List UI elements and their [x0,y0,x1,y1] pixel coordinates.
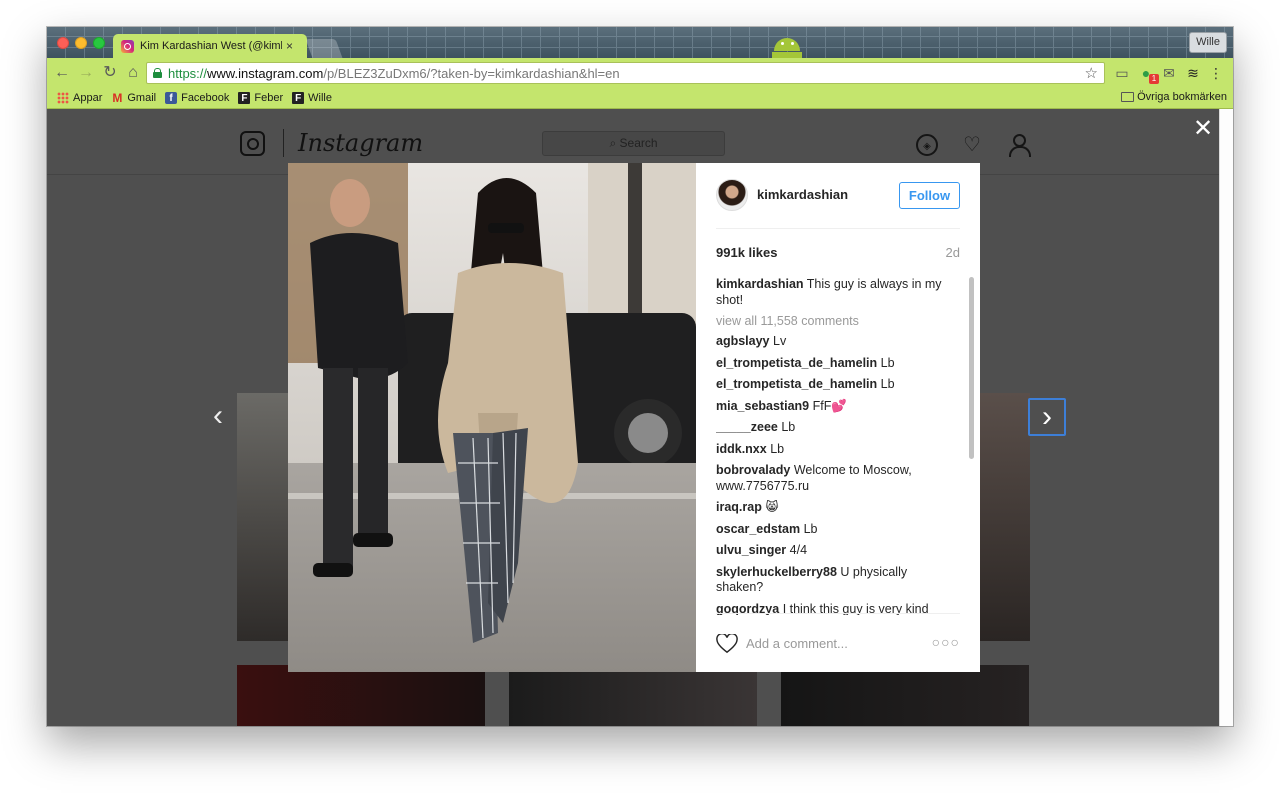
back-arrow-icon[interactable]: ← [52,63,72,83]
bookmark-gmail[interactable]: M Gmail [111,91,156,105]
close-modal-icon[interactable]: ✕ [1193,114,1213,143]
android-theme-icon [762,30,812,58]
list-item: el_trompetista_de_hamelin Lb [716,377,895,391]
previous-arrow-icon[interactable]: ‹ [213,399,223,433]
extension-badge: 1 [1149,74,1159,84]
header-divider [283,129,284,157]
other-bookmarks[interactable]: Övriga bokmärken [1121,91,1227,103]
list-item: iddk.nxx Lb [716,441,785,456]
apps-icon [57,92,69,104]
comment-user[interactable]: el_trompetista_de_hamelin [716,356,877,370]
search-input[interactable]: ⌕ Search [542,131,725,156]
more-options-icon[interactable]: ○○○ [932,634,960,650]
comment-user[interactable]: kimkardashian [716,277,804,291]
avatar[interactable] [716,179,748,211]
background-photo [781,665,1029,726]
comment-user[interactable]: mia_sebastian9 [716,399,809,413]
minimize-window-button[interactable] [75,37,87,49]
comment-user[interactable]: oscar_edstam [716,522,800,536]
comment-user[interactable]: ulvu_singer [716,543,786,557]
tab-title: Kim Kardashian West (@kimkardashian) [140,40,282,52]
post-photo[interactable] [288,163,696,672]
forward-arrow-icon[interactable]: → [76,63,96,83]
home-icon[interactable]: ⌂ [123,63,143,83]
add-comment-input[interactable]: Add a comment... [746,636,848,651]
post-time[interactable]: 2d [946,245,960,260]
instagram-logo-icon[interactable] [240,131,265,156]
list-item: ulvu_singer 4/4 [716,543,808,557]
address-bar[interactable]: https://www.instagram.com/p/BLEZ3ZuDxm6/… [146,62,1105,84]
explore-compass-icon[interactable]: ◈ [916,134,938,156]
post-photo-illustration [288,163,696,672]
cast-icon[interactable]: ▭ [1113,64,1131,82]
like-heart-icon[interactable] [716,634,738,654]
facebook-icon: f [165,92,178,104]
instagram-wordmark[interactable]: Instagram [298,129,423,157]
comment-user[interactable]: _____zeee [716,420,778,434]
comment-user[interactable]: agbslayy [716,334,770,348]
comment-user[interactable]: iddk.nxx [716,442,767,456]
comment-user[interactable]: bobrovalady [716,463,790,477]
background-photo [509,665,757,726]
close-window-button[interactable] [57,37,69,49]
heart-activity-icon[interactable]: ♡ [961,134,983,156]
browser-toolbar: ← → ↻ ⌂ https://www.instagram.com/p/BLEZ… [47,58,1233,88]
profile-user-icon[interactable] [1008,134,1031,157]
list-item: el_trompetista_de_hamelin Lb [716,355,895,370]
background-photo [237,665,485,726]
list-item: _____zeee Lb [716,420,796,434]
folder-icon [1121,92,1135,102]
bookmarks-bar: Appar M Gmail f Facebook F Feber F Wille… [47,88,1233,109]
profile-button[interactable]: Wille [1189,32,1227,53]
tab-close-icon[interactable]: × [286,39,293,53]
page-scrollbar[interactable] [1219,109,1233,726]
mail-extension-icon[interactable]: ✉ [1160,64,1178,82]
title-bar: Kim Kardashian West (@kimkardashian) × W… [47,27,1233,58]
view-all-comments-link[interactable]: view all 11,558 comments [716,314,956,328]
bookmark-feber[interactable]: F Feber [238,92,283,104]
page-content: Instagram ⌕ Search ◈ ♡ 8 ✕ ‹ › [47,109,1219,726]
comment-user[interactable]: el_trompetista_de_hamelin [716,377,877,391]
comments-scrollbar[interactable] [969,277,974,459]
bookmark-wille[interactable]: F Wille [292,92,332,104]
feber-icon: F [292,92,305,104]
gmail-icon: M [112,91,123,105]
bookmark-facebook[interactable]: f Facebook [165,92,229,104]
maximize-window-button[interactable] [93,37,105,49]
feber-icon: F [238,92,251,104]
comment-bar: Add a comment... ○○○ [716,613,960,672]
comments-list[interactable]: kimkardashian This guy is always in my s… [716,277,956,615]
post-username[interactable]: kimkardashian [757,187,848,202]
list-item: iraq.rap 😸 [716,500,779,514]
lock-icon [153,68,162,78]
new-tab-button[interactable] [305,39,343,58]
background-photo [980,393,1030,641]
list-item: oscar_edstam Lb [716,521,818,536]
comment-user[interactable]: skylerhuckelberry88 [716,565,837,579]
follow-button[interactable]: Follow [899,182,960,209]
list-item: mia_sebastian9 FfF💕 [716,398,847,413]
url-text: https://www.instagram.com/p/BLEZ3ZuDxm6/… [168,65,620,81]
browser-tab-active[interactable]: Kim Kardashian West (@kimkardashian) × [113,34,307,58]
list-item: agbslayy Lv [716,334,787,348]
instagram-favicon-icon [121,39,134,53]
bookmark-star-icon[interactable]: ☆ [1085,64,1098,82]
comment-user[interactable]: iraq.rap [716,500,762,514]
list-item: bobrovalady Welcome to Moscow, www.77567… [716,463,912,493]
list-item: skylerhuckelberry88 U physically shaken? [716,564,908,595]
reload-icon[interactable]: ↻ [100,63,120,83]
menu-kebab-icon[interactable]: ⋮ [1207,64,1225,82]
window-controls [57,37,105,49]
caption: kimkardashian This guy is always in my s… [716,277,942,307]
layers-extension-icon[interactable]: ≋ [1184,64,1202,82]
post-modal: kimkardashian Follow 991k likes 2d kimka… [288,163,980,672]
likes-count[interactable]: 991k likes [716,245,777,260]
browser-window: Kim Kardashian West (@kimkardashian) × W… [47,27,1233,726]
next-arrow-icon[interactable]: › [1028,398,1066,436]
bookmark-appar[interactable]: Appar [57,92,102,104]
post-header: kimkardashian Follow [716,179,960,229]
post-side-panel: kimkardashian Follow 991k likes 2d kimka… [696,163,980,672]
extension-icon[interactable]: ● 1 [1137,64,1159,84]
